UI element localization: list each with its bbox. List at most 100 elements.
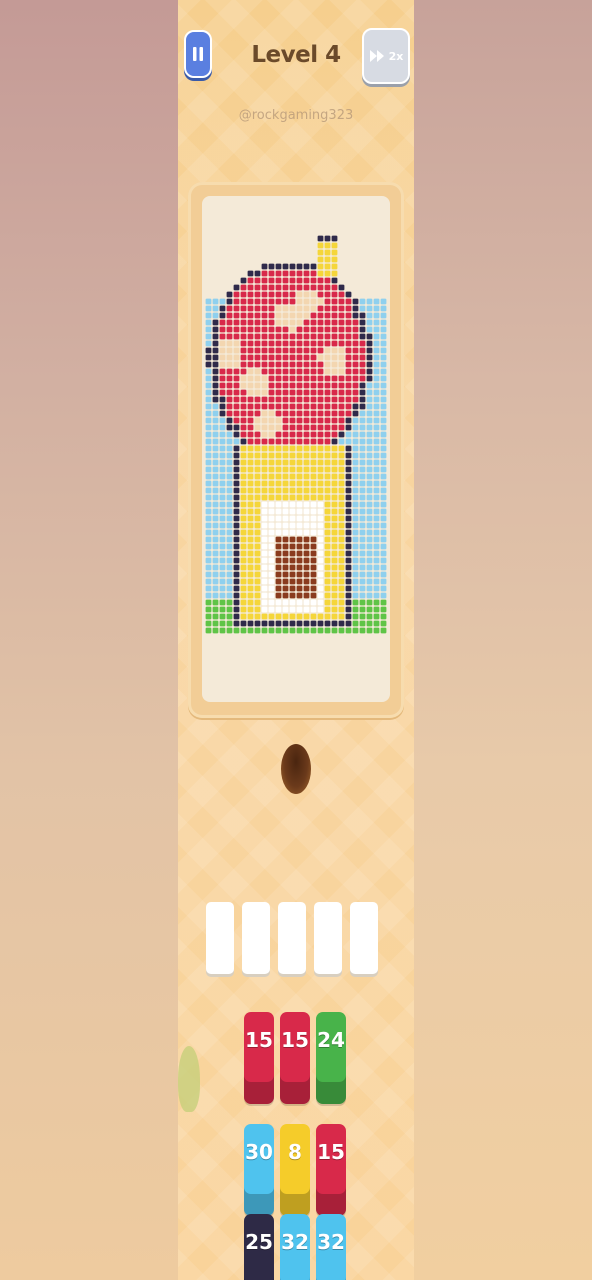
tray-slot[interactable] (278, 902, 306, 974)
tile[interactable]: 32 (280, 1214, 310, 1280)
pixel-bead (261, 291, 268, 298)
tray-slot[interactable] (206, 902, 234, 974)
pixel-bead (261, 543, 268, 550)
pixel-bead (268, 578, 275, 585)
pixel-bead (275, 578, 282, 585)
pixel-bead (352, 354, 359, 361)
pixel-bead (205, 445, 212, 452)
pixel-bead (331, 410, 338, 417)
pixel-bead (366, 361, 373, 368)
pixel-bead (338, 403, 345, 410)
pixel-bead (380, 480, 387, 487)
pixel-bead (268, 564, 275, 571)
pixel-bead (254, 620, 261, 627)
pixel-bead (380, 494, 387, 501)
tray-slot[interactable] (242, 902, 270, 974)
pixel-bead (247, 480, 254, 487)
speed-button[interactable]: 2x (362, 28, 410, 84)
pixel-bead (275, 368, 282, 375)
pixel-bead (219, 627, 226, 634)
pixel-bead (254, 291, 261, 298)
pixel-bead (373, 319, 380, 326)
pixel-bead (282, 305, 289, 312)
pixel-bead (240, 452, 247, 459)
pixel-bead (275, 536, 282, 543)
pixel-bead (254, 564, 261, 571)
pixel-bead (226, 452, 233, 459)
tile[interactable]: 32 (316, 1214, 346, 1280)
pixel-bead (352, 319, 359, 326)
pixel-bead (289, 403, 296, 410)
pixel-bead (352, 438, 359, 445)
pixel-bead (233, 368, 240, 375)
pixel-bead (247, 459, 254, 466)
pixel-bead (380, 417, 387, 424)
pixel-bead (317, 319, 324, 326)
pixel-bead (310, 417, 317, 424)
pixel-bead (310, 571, 317, 578)
pixel-bead (359, 396, 366, 403)
pixel-bead (373, 564, 380, 571)
pixel-bead (254, 389, 261, 396)
tile[interactable]: 8 (280, 1124, 310, 1216)
pixel-bead (331, 312, 338, 319)
pixel-bead (212, 382, 219, 389)
pixel-bead (366, 438, 373, 445)
pixel-bead (338, 466, 345, 473)
tile[interactable]: 15 (316, 1124, 346, 1216)
pixel-bead (247, 354, 254, 361)
pixel-bead (275, 382, 282, 389)
pixel-bead (296, 578, 303, 585)
pixel-bead (261, 417, 268, 424)
pixel-bead (296, 452, 303, 459)
tile[interactable]: 30 (244, 1124, 274, 1216)
pixel-bead (331, 613, 338, 620)
pixel-bead (268, 473, 275, 480)
pixel-bead (324, 613, 331, 620)
pixel-bead (282, 354, 289, 361)
pixel-bead (317, 410, 324, 417)
pixel-bead (289, 326, 296, 333)
pixel-bead (212, 445, 219, 452)
pixel-bead (359, 627, 366, 634)
pixel-bead (289, 557, 296, 564)
pixel-bead (324, 550, 331, 557)
pixel-bead (282, 417, 289, 424)
pixel-bead (205, 396, 212, 403)
pixel-bead (240, 571, 247, 578)
pixel-bead (247, 277, 254, 284)
pixel-bead (226, 529, 233, 536)
pixel-bead (366, 508, 373, 515)
pixel-bead (317, 368, 324, 375)
pixel-bead (324, 564, 331, 571)
pixel-bead (380, 396, 387, 403)
pixel-bead (282, 501, 289, 508)
pixel-bead (380, 459, 387, 466)
pixel-bead (247, 375, 254, 382)
pixel-bead (359, 515, 366, 522)
tile[interactable]: 24 (316, 1012, 346, 1104)
pixel-bead (331, 403, 338, 410)
pixel-bead (324, 284, 331, 291)
tile[interactable]: 15 (280, 1012, 310, 1104)
pixel-bead (212, 389, 219, 396)
pixel-bead (324, 452, 331, 459)
tile[interactable]: 25 (244, 1214, 274, 1280)
pixel-bead (373, 403, 380, 410)
pixel-bead (212, 494, 219, 501)
pixel-bead (205, 592, 212, 599)
pixel-bead (247, 403, 254, 410)
pixel-bead (261, 536, 268, 543)
pixel-bead (240, 578, 247, 585)
pixel-bead (303, 564, 310, 571)
pixel-bead (261, 389, 268, 396)
pixel-bead (303, 291, 310, 298)
pixel-bead (240, 599, 247, 606)
pixel-bead (317, 529, 324, 536)
pixel-bead (331, 592, 338, 599)
tray-slot[interactable] (314, 902, 342, 974)
pixel-bead (233, 571, 240, 578)
tray-slot[interactable] (350, 902, 378, 974)
tile[interactable]: 15 (244, 1012, 274, 1104)
pixel-bead (296, 347, 303, 354)
